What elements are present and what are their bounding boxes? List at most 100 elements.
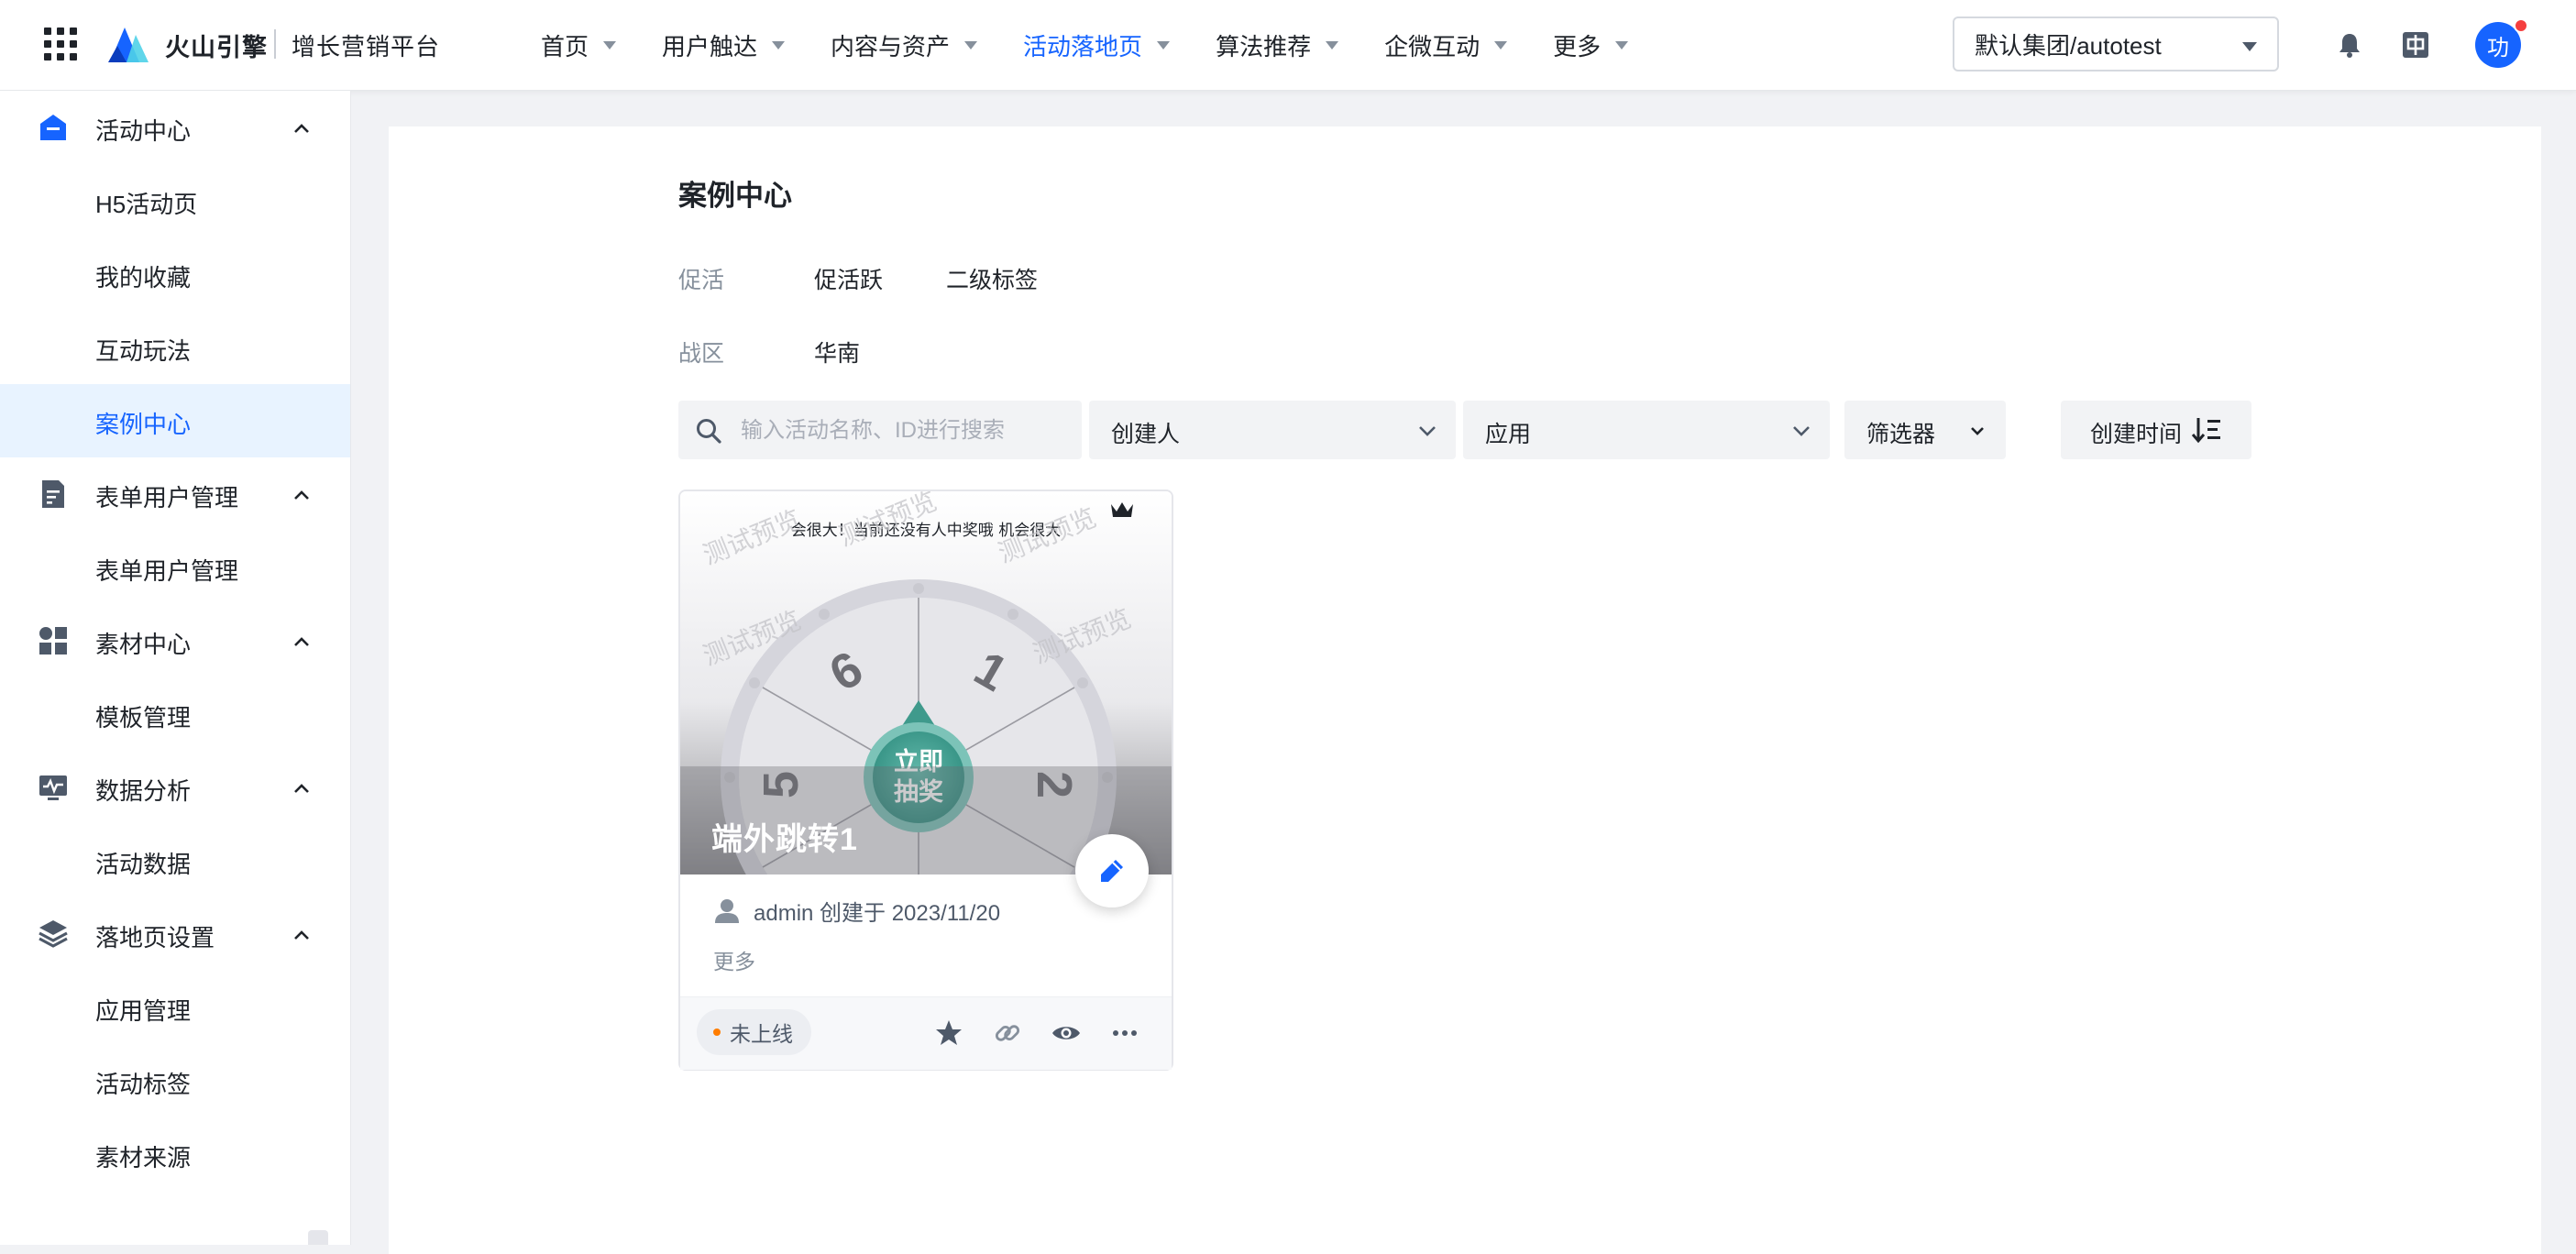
sort-by-created-time-button[interactable]: 创建时间 [2061,401,2251,459]
chevron-down-icon [1971,427,1984,435]
case-name: 端外跳转1 [711,822,858,857]
filter-tag[interactable]: 二级标签 [946,262,1038,295]
chevron-up-icon [294,930,309,940]
filter-label-activation: 促活 [678,268,725,293]
bell-icon[interactable] [2336,31,2363,59]
sidebar-item-template-management[interactable]: 模板管理 [0,677,350,751]
nav-item-landing-pages[interactable]: 活动落地页 [1023,28,1171,62]
nav-item-label: 首页 [541,32,589,60]
sidebar-group-label: 表单用户管理 [95,484,239,512]
org-select[interactable]: 默认集团/autotest [1953,16,2279,72]
sidebar: 活动中心 H5活动页 我的收藏 互动玩法 案例中心 表单用户管理 表单用户管理 … [0,91,351,1245]
filter-button-label: 筛选器 [1866,422,1936,447]
sidebar-item-label: 互动玩法 [95,337,192,365]
app-select-value: 应用 [1485,422,1532,447]
nav-item-wecom[interactable]: 企微互动 [1384,28,1508,62]
link-icon[interactable] [992,1018,1023,1049]
sidebar-item-activity-tags[interactable]: 活动标签 [0,1044,350,1117]
page-title: 案例中心 [678,180,792,212]
sidebar-item-label: 活动标签 [95,1071,192,1098]
user-icon [715,899,739,923]
sidebar-item-case-center[interactable]: 案例中心 [0,384,350,457]
sidebar-group-activity-center[interactable]: 活动中心 [0,91,350,164]
sidebar-group-form-users[interactable]: 表单用户管理 [0,457,350,531]
more-link[interactable]: 更多 [713,944,755,975]
sidebar-item-form-user-management[interactable]: 表单用户管理 [0,531,350,604]
caret-down-icon [1326,40,1339,50]
nav-item-more[interactable]: 更多 [1553,28,1629,62]
platform-name: 增长营销平台 [292,33,441,60]
filter-tag[interactable]: 促活跃 [814,262,883,295]
form-user-icon [42,480,64,508]
nav-item-label: 内容与资产 [831,32,951,60]
caret-down-icon [1494,40,1508,50]
sidebar-group-label: 素材中心 [95,631,192,658]
creator-select[interactable]: 创建人 [1089,401,1456,459]
status-text: 未上线 [730,1022,793,1046]
status-dot [713,1028,721,1036]
sidebar-group-material-center[interactable]: 素材中心 [0,604,350,677]
sidebar-item-h5[interactable]: H5活动页 [0,164,350,237]
eye-icon[interactable] [1051,1018,1082,1049]
nav-item-content-assets[interactable]: 内容与资产 [831,28,978,62]
sidebar-item-material-source[interactable]: 素材来源 [0,1117,350,1191]
org-select-value: 默认集团/autotest [1975,31,2162,60]
nav-item-label: 活动落地页 [1023,32,1143,60]
sidebar-item-label: 表单用户管理 [95,557,239,585]
sidebar-item-label: 模板管理 [95,704,192,732]
search-icon [697,419,721,444]
filter-label-region: 战区 [678,341,725,367]
nav-item-label: 企微互动 [1384,32,1481,60]
more-horizontal-icon[interactable] [1109,1018,1140,1049]
top-bar: 火山引擎 增长营销平台 首页 用户触达 内容与资产 活动落地页 算法推荐 企微互… [0,0,2576,91]
sidebar-item-label: 案例中心 [95,411,192,438]
material-center-icon [39,627,67,654]
sidebar-item-label: 活动数据 [95,851,192,878]
sidebar-item-favorites[interactable]: 我的收藏 [0,237,350,311]
caret-down-icon [2242,42,2257,51]
sort-button-label: 创建时间 [2090,422,2183,447]
nav-item-algorithm[interactable]: 算法推荐 [1216,28,1339,62]
notification-dot [2514,18,2528,33]
chevron-up-icon [294,124,309,133]
nav-item-label: 算法推荐 [1216,32,1312,60]
chevron-up-icon [294,637,309,646]
search-box[interactable] [678,401,1082,461]
nav-item-home[interactable]: 首页 [541,28,617,62]
landing-settings-icon [39,920,68,948]
sidebar-group-label: 数据分析 [95,777,192,805]
sidebar-group-landing-settings[interactable]: 落地页设置 [0,897,350,971]
sidebar-item-label: H5活动页 [95,191,198,218]
creator-select-value: 创建人 [1111,422,1181,447]
case-card[interactable]: 1 2 3 4 5 6 立即 抽奖 会很大！当前还没有人中奖哦 机会很大 测试预… [678,490,1173,1071]
caret-down-icon [1157,40,1171,50]
sort-descending-icon [2191,418,2220,444]
sidebar-scrollbar[interactable] [308,1230,328,1245]
sidebar-item-activity-data[interactable]: 活动数据 [0,824,350,897]
sidebar-item-app-management[interactable]: 应用管理 [0,971,350,1044]
search-input[interactable] [739,401,1073,461]
case-thumbnail[interactable]: 1 2 3 4 5 6 立即 抽奖 会很大！当前还没有人中奖哦 机会很大 测试预… [680,491,1172,874]
chevron-down-icon [1793,426,1810,436]
app-select[interactable]: 应用 [1463,401,1830,459]
sidebar-item-interactive-play[interactable]: 互动玩法 [0,311,350,384]
brand-name: 火山引擎 [165,34,268,61]
edit-button[interactable] [1075,834,1149,908]
filter-button[interactable]: 筛选器 [1844,401,2006,459]
activity-center-icon [40,115,66,140]
filter-tag[interactable]: 华南 [814,336,860,368]
pencil-icon [1101,860,1123,882]
data-analysis-icon [39,776,67,800]
case-meta: admin 创建于 2023/11/20 [713,895,1000,926]
app-grid-icon[interactable] [42,26,79,62]
sidebar-item-label: 应用管理 [95,997,192,1025]
volcengine-logo-icon [108,28,149,62]
sidebar-item-label: 素材来源 [95,1144,192,1172]
chevron-up-icon [294,490,309,500]
language-icon[interactable] [2402,31,2429,59]
status-badge: 未上线 [697,1009,811,1055]
star-icon[interactable] [933,1018,964,1049]
chevron-down-icon [1419,426,1436,436]
sidebar-group-data-analysis[interactable]: 数据分析 [0,751,350,824]
nav-item-user-reach[interactable]: 用户触达 [662,28,786,62]
